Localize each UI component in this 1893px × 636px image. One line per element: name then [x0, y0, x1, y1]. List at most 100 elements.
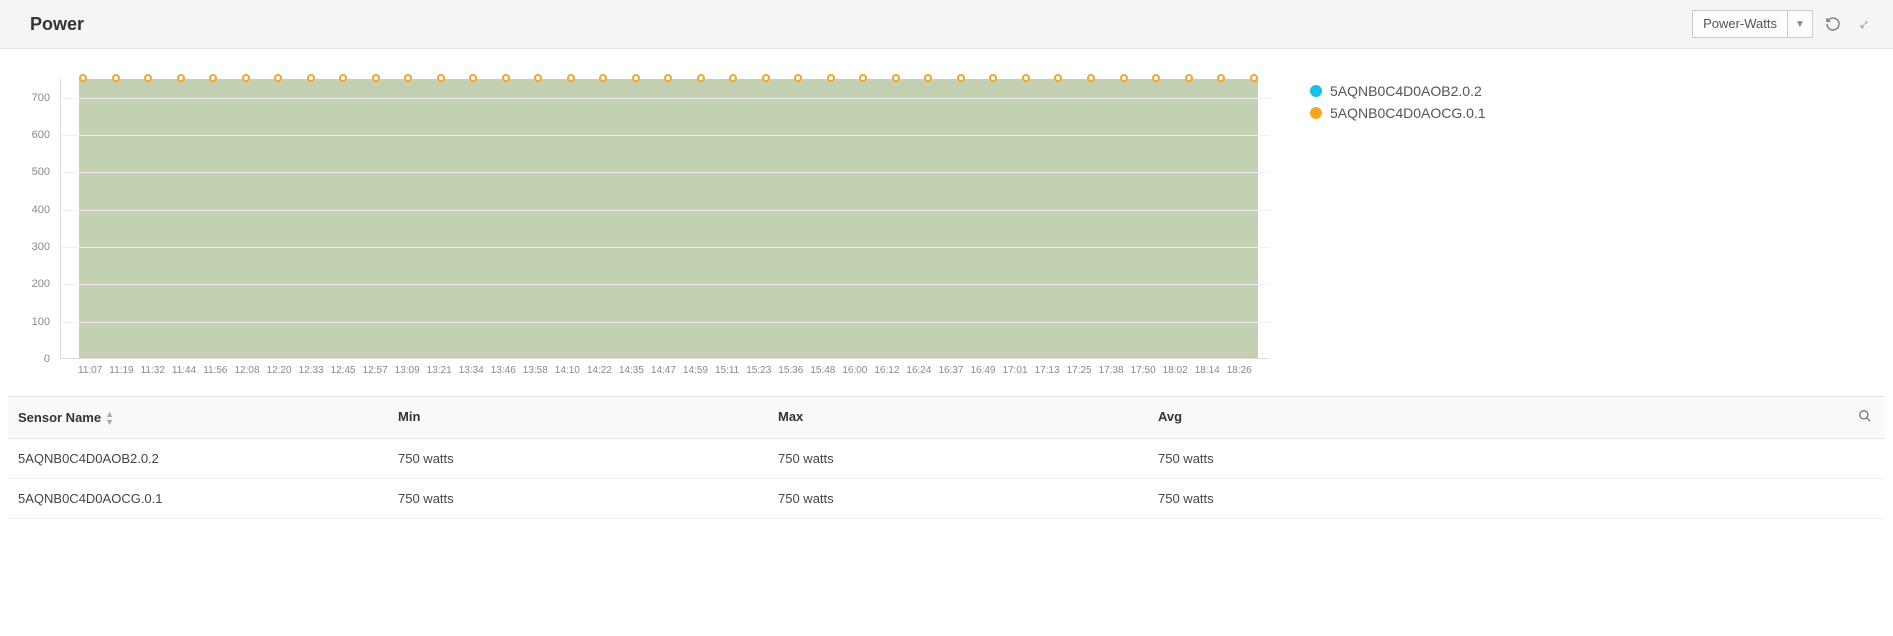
data-marker	[79, 74, 87, 82]
grid-line	[61, 135, 1270, 136]
x-tick-label: 12:33	[299, 365, 324, 376]
pin-icon[interactable]	[1853, 14, 1873, 34]
x-tick-label: 17:01	[1003, 365, 1028, 376]
data-marker	[924, 74, 932, 82]
data-marker	[242, 74, 250, 82]
legend-item[interactable]: 5AQNB0C4D0AOCG.0.1	[1310, 105, 1883, 121]
metric-select[interactable]: Power-Watts ▼	[1692, 10, 1813, 38]
x-tick-label: 13:09	[395, 365, 420, 376]
sort-icon: ▲▼	[105, 410, 114, 426]
legend-color-dot	[1310, 107, 1322, 119]
data-marker	[664, 74, 672, 82]
grid-line	[61, 210, 1270, 211]
data-marker	[274, 74, 282, 82]
y-tick-label: 500	[32, 166, 50, 178]
grid-line	[61, 322, 1270, 323]
table-row[interactable]: 5AQNB0C4D0AOCG.0.1750 watts750 watts750 …	[8, 479, 1885, 519]
x-tick-label: 16:37	[938, 365, 963, 376]
table-search-button[interactable]	[1845, 397, 1885, 438]
data-marker	[404, 74, 412, 82]
sensor-table: Sensor Name ▲▼ Min Max Avg 5AQNB0C4D0AOB…	[8, 396, 1885, 519]
y-tick-label: 400	[32, 204, 50, 216]
x-tick-label: 14:47	[651, 365, 676, 376]
legend-label: 5AQNB0C4D0AOB2.0.2	[1330, 83, 1482, 99]
chevron-down-icon: ▼	[1788, 19, 1812, 30]
x-tick-label: 11:44	[172, 365, 196, 376]
x-tick-label: 14:22	[587, 365, 612, 376]
y-axis: 0100200300400500600700	[10, 79, 56, 359]
plot-area	[60, 79, 1270, 359]
data-marker	[1120, 74, 1128, 82]
data-marker	[567, 74, 575, 82]
x-axis: 11:0711:1911:3211:4411:5612:0812:2012:33…	[60, 359, 1270, 376]
chart-markers	[79, 74, 1258, 84]
grid-line	[61, 284, 1270, 285]
data-marker	[1185, 74, 1193, 82]
search-icon	[1858, 409, 1872, 423]
x-tick-label: 15:11	[715, 365, 739, 376]
data-marker	[859, 74, 867, 82]
grid-line	[61, 247, 1270, 248]
x-tick-label: 18:02	[1163, 365, 1188, 376]
x-tick-label: 12:08	[234, 365, 259, 376]
cell-avg: 750 watts	[1148, 439, 1845, 478]
chart-legend: 5AQNB0C4D0AOB2.0.2 5AQNB0C4D0AOCG.0.1	[1270, 79, 1883, 376]
y-tick-label: 0	[44, 353, 50, 365]
data-marker	[794, 74, 802, 82]
data-marker	[599, 74, 607, 82]
data-marker	[534, 74, 542, 82]
cell-name: 5AQNB0C4D0AOB2.0.2	[8, 439, 388, 478]
data-marker	[437, 74, 445, 82]
refresh-icon[interactable]	[1823, 14, 1843, 34]
cell-min: 750 watts	[388, 439, 768, 478]
col-header-max[interactable]: Max	[768, 397, 1148, 438]
data-marker	[209, 74, 217, 82]
x-tick-label: 15:23	[746, 365, 771, 376]
data-marker	[1250, 74, 1258, 82]
x-tick-label: 17:25	[1067, 365, 1092, 376]
cell-spacer	[1845, 439, 1885, 478]
header-controls: Power-Watts ▼	[1692, 10, 1873, 38]
chart-area: 0100200300400500600700 11:0711:1911:3211…	[10, 79, 1270, 376]
table-header: Sensor Name ▲▼ Min Max Avg	[8, 397, 1885, 439]
data-marker	[697, 74, 705, 82]
table-body: 5AQNB0C4D0AOB2.0.2750 watts750 watts750 …	[8, 439, 1885, 519]
x-tick-label: 11:07	[78, 365, 102, 376]
data-marker	[632, 74, 640, 82]
col-header-name-label: Sensor Name	[18, 410, 101, 425]
legend-label: 5AQNB0C4D0AOCG.0.1	[1330, 105, 1486, 121]
data-marker	[307, 74, 315, 82]
y-tick-label: 700	[32, 92, 50, 104]
data-marker	[729, 74, 737, 82]
data-marker	[989, 74, 997, 82]
col-header-name[interactable]: Sensor Name ▲▼	[8, 397, 388, 438]
legend-color-dot	[1310, 85, 1322, 97]
data-marker	[1087, 74, 1095, 82]
x-tick-label: 13:46	[491, 365, 516, 376]
col-header-avg[interactable]: Avg	[1148, 397, 1845, 438]
x-tick-label: 16:00	[842, 365, 867, 376]
cell-name: 5AQNB0C4D0AOCG.0.1	[8, 479, 388, 518]
x-tick-label: 14:10	[555, 365, 580, 376]
data-marker	[339, 74, 347, 82]
chart-row: 0100200300400500600700 11:0711:1911:3211…	[0, 49, 1893, 386]
col-header-min[interactable]: Min	[388, 397, 768, 438]
cell-min: 750 watts	[388, 479, 768, 518]
x-tick-label: 18:14	[1195, 365, 1220, 376]
y-tick-label: 600	[32, 129, 50, 141]
cell-max: 750 watts	[768, 439, 1148, 478]
x-tick-label: 11:19	[109, 365, 133, 376]
table-row[interactable]: 5AQNB0C4D0AOB2.0.2750 watts750 watts750 …	[8, 439, 1885, 479]
x-tick-label: 17:13	[1035, 365, 1060, 376]
data-marker	[957, 74, 965, 82]
data-marker	[1217, 74, 1225, 82]
x-tick-label: 13:34	[459, 365, 484, 376]
x-tick-label: 11:56	[203, 365, 227, 376]
x-tick-label: 13:58	[523, 365, 548, 376]
x-tick-label: 15:36	[778, 365, 803, 376]
x-tick-label: 16:24	[906, 365, 931, 376]
legend-item[interactable]: 5AQNB0C4D0AOB2.0.2	[1310, 83, 1883, 99]
chart-area-fill	[79, 79, 1258, 358]
x-tick-label: 15:48	[810, 365, 835, 376]
data-marker	[1054, 74, 1062, 82]
